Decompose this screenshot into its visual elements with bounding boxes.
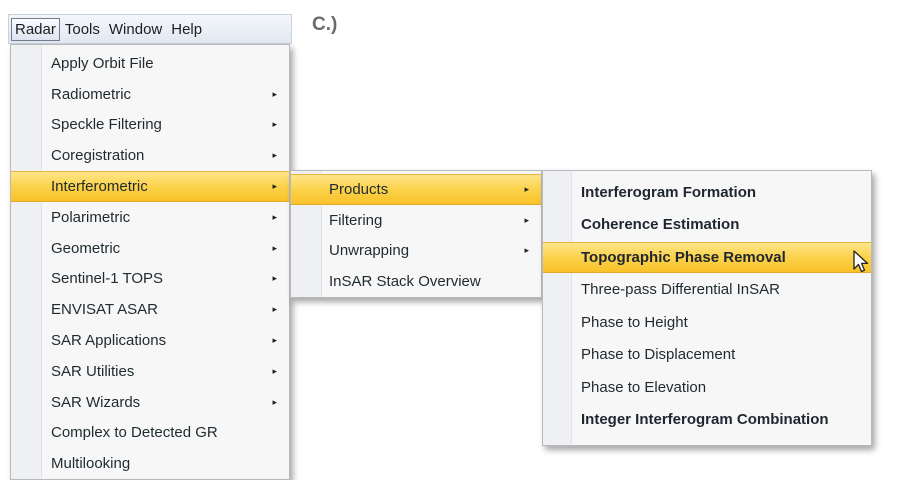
submenu-arrow-icon: ▸ xyxy=(272,150,277,161)
interferometric-menu-item-insar-stack-overview[interactable]: InSAR Stack Overview xyxy=(291,266,541,297)
products-menu-item-label: Phase to Elevation xyxy=(581,378,707,396)
submenu-arrow-icon: ▸ xyxy=(524,245,529,256)
submenu-arrow-icon: ▸ xyxy=(272,304,277,315)
screen: Radar Tools Window Help C.) Apply Orbit … xyxy=(0,0,924,480)
products-menu-item-phase-to-elevation[interactable]: Phase to Elevation xyxy=(543,372,871,403)
menu-tools[interactable]: Tools xyxy=(61,18,104,41)
products-menu-item-interferogram-formation[interactable]: Interferogram Formation xyxy=(543,177,871,208)
submenu-arrow-icon: ▸ xyxy=(272,211,277,222)
products-menu-item-label: Interferogram Formation xyxy=(581,183,757,201)
radar-menu-item-sar-applications[interactable]: SAR Applications ▸ xyxy=(11,325,289,356)
radar-menu-item-label: Polarimetric xyxy=(51,208,131,226)
radar-dropdown-menu: Apply Orbit File Radiometric ▸ Speckle Filt… xyxy=(10,44,290,480)
products-menu-item-label: Three-pass Differential InSAR xyxy=(581,281,780,299)
products-menu-item-label: Phase to Height xyxy=(581,313,688,331)
radar-menu-item-radiometric[interactable]: Radiometric ▸ xyxy=(11,79,289,110)
products-menu-item-phase-to-displacement[interactable]: Phase to Displacement xyxy=(543,340,871,371)
radar-menu-item-label: SAR Wizards xyxy=(51,393,141,411)
radar-menu-item-apply-orbit-file[interactable]: Apply Orbit File xyxy=(11,48,289,79)
radar-menu-item-sentinel-1-tops[interactable]: Sentinel-1 TOPS ▸ xyxy=(11,264,289,295)
radar-menu-item-speckle-filtering[interactable]: Speckle Filtering ▸ xyxy=(11,110,289,141)
interferometric-menu-item-label: Filtering xyxy=(329,211,383,229)
menu-help[interactable]: Help xyxy=(167,18,206,41)
radar-menu-item-label: Geometric xyxy=(51,239,121,257)
radar-menu-item-label: Interferometric xyxy=(51,178,148,196)
radar-menu-item-label: Speckle Filtering xyxy=(51,116,162,134)
submenu-arrow-icon: ▸ xyxy=(272,242,277,253)
menu-radar[interactable]: Radar xyxy=(11,17,60,41)
products-menu-item-topographic-phase-removal[interactable]: Topographic Phase Removal xyxy=(543,242,871,273)
submenu-arrow-icon: ▸ xyxy=(272,119,277,130)
interferometric-submenu: Products ▸ Filtering ▸ Unwrapping ▸ InSAR Stac… xyxy=(290,170,542,298)
interferometric-menu-item-filtering[interactable]: Filtering ▸ xyxy=(291,205,541,236)
submenu-arrow-icon: ▸ xyxy=(272,273,277,284)
radar-menu-item-label: Sentinel-1 TOPS xyxy=(51,270,164,288)
radar-menu-item-label: ENVISAT ASAR xyxy=(51,301,158,319)
radar-menu-item-label: Radiometric xyxy=(51,85,132,103)
interferometric-menu-item-products[interactable]: Products ▸ xyxy=(291,174,541,205)
radar-menu-item-coregistration[interactable]: Coregistration ▸ xyxy=(11,140,289,171)
products-submenu: Interferogram Formation Coherence Estimat… xyxy=(542,170,872,446)
radar-menu-item-label: Complex to Detected GR xyxy=(51,424,218,442)
radar-menu-item-label: SAR Utilities xyxy=(51,362,135,380)
interferometric-menu-item-label: Unwrapping xyxy=(329,242,410,260)
products-menu-item-integer-interferogram-combination[interactable]: Integer Interferogram Combination xyxy=(543,405,871,436)
radar-menu-item-label: Multilooking xyxy=(51,455,131,473)
figure-label: C.) xyxy=(312,14,338,35)
interferometric-menu-item-unwrapping[interactable]: Unwrapping ▸ xyxy=(291,236,541,267)
products-menu-item-phase-to-height[interactable]: Phase to Height xyxy=(543,307,871,338)
products-menu-item-label: Topographic Phase Removal xyxy=(581,248,786,266)
radar-menu-item-label: Apply Orbit File xyxy=(51,54,154,72)
radar-menu-item-envisat-asar[interactable]: ENVISAT ASAR ▸ xyxy=(11,294,289,325)
mouse-pointer-icon xyxy=(853,250,869,273)
products-menu-item-coherence-estimation[interactable]: Coherence Estimation xyxy=(543,210,871,241)
radar-menu-item-geometric[interactable]: Geometric ▸ xyxy=(11,233,289,264)
radar-menu-item-multilooking[interactable]: Multilooking xyxy=(11,448,289,479)
submenu-arrow-icon: ▸ xyxy=(524,183,529,194)
radar-menu-item-sar-wizards[interactable]: SAR Wizards ▸ xyxy=(11,387,289,418)
radar-menu-item-label: Coregistration xyxy=(51,147,145,165)
submenu-arrow-icon: ▸ xyxy=(272,181,277,192)
submenu-arrow-icon: ▸ xyxy=(272,396,277,407)
products-menu-item-label: Integer Interferogram Combination xyxy=(581,411,829,429)
submenu-arrow-icon: ▸ xyxy=(272,335,277,346)
interferometric-menu-item-label: Products xyxy=(329,180,389,198)
submenu-arrow-icon: ▸ xyxy=(272,88,277,99)
products-menu-item-label: Coherence Estimation xyxy=(581,216,740,234)
interferometric-menu-item-label: InSAR Stack Overview xyxy=(329,273,481,291)
radar-menu-item-sar-utilities[interactable]: SAR Utilities ▸ xyxy=(11,356,289,387)
products-menu-item-label: Phase to Displacement xyxy=(581,346,736,364)
radar-menu-item-label: SAR Applications xyxy=(51,332,167,350)
radar-menu-item-polarimetric[interactable]: Polarimetric ▸ xyxy=(11,202,289,233)
menu-bar: Radar Tools Window Help xyxy=(8,14,292,44)
products-menu-item-three-pass-differential-insar[interactable]: Three-pass Differential InSAR xyxy=(543,275,871,306)
radar-menu-item-complex-to-detected-gr[interactable]: Complex to Detected GR xyxy=(11,418,289,449)
submenu-arrow-icon: ▸ xyxy=(272,365,277,376)
submenu-arrow-icon: ▸ xyxy=(524,214,529,225)
radar-menu-item-interferometric[interactable]: Interferometric ▸ xyxy=(11,171,289,202)
menu-window[interactable]: Window xyxy=(105,18,166,41)
